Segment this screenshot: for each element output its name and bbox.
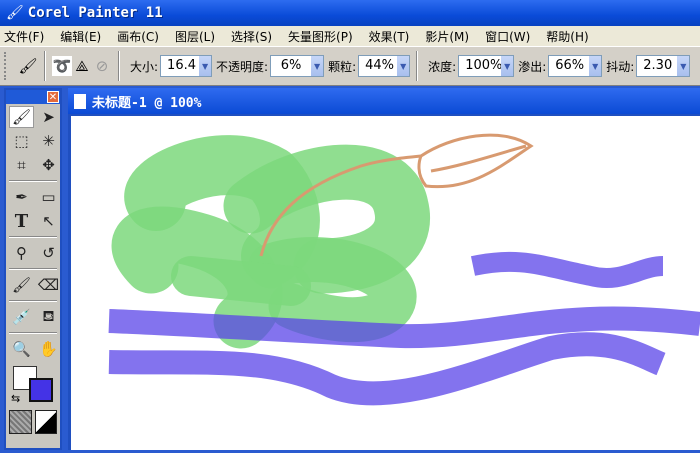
rect-select-icon[interactable]: ⬚ [9, 130, 34, 152]
cloner-icon[interactable]: 🖌 [9, 274, 34, 296]
toolbox-header[interactable]: ✕ [6, 90, 60, 104]
dodge-icon[interactable]: ⚲ [9, 242, 34, 264]
grain-label: 颗粒: [328, 59, 357, 74]
document-icon [74, 93, 86, 109]
rectangle-icon[interactable]: ▭ [36, 186, 61, 208]
document-title-bar[interactable]: 未标题-1 @ 100% [68, 88, 700, 114]
toolbox-panel: ✕ 🖌 ➤ ⬚ ✳ ⌗ ✥ ✒ ▭ T ↖ ⚲ ↺ 🖌 ⌫ 💉 ⛾ 🔍 ✋ ⇆ [4, 88, 62, 450]
opacity-value[interactable]: 6% [271, 56, 311, 76]
chevron-down-icon[interactable]: ▼ [589, 56, 602, 76]
jitter-label: 抖动: [606, 59, 635, 74]
paint-bucket-icon[interactable]: ⛾ [36, 306, 61, 328]
freehand-stroke-icon[interactable]: ➰ [52, 56, 72, 76]
brush-tool-icon[interactable]: 🖌 [9, 106, 34, 128]
divider [9, 236, 57, 238]
document-window: 未标题-1 @ 100% [68, 88, 700, 450]
close-icon[interactable]: ✕ [47, 91, 59, 103]
bleed-field[interactable]: 66% ▼ [548, 55, 603, 77]
divider [118, 51, 120, 81]
chevron-down-icon[interactable]: ▼ [677, 56, 690, 76]
magnifier-icon[interactable]: 🔍 [9, 338, 34, 360]
grain-value[interactable]: 44% [359, 56, 397, 76]
toolbar-grip[interactable] [4, 52, 10, 80]
menu-shapes[interactable]: 矢量图形(P) [288, 28, 353, 45]
chevron-down-icon[interactable]: ▼ [397, 56, 410, 76]
grain-field[interactable]: 44% ▼ [358, 55, 411, 77]
bleed-label: 渗出: [518, 59, 547, 74]
size-field[interactable]: 16.4 ▼ [160, 55, 213, 77]
menu-file[interactable]: 文件(F) [4, 28, 44, 45]
property-bar: 🖌 ➰ ⟁ ⊘ 大小: 16.4 ▼ 不透明度: 6% ▼ 颗粒: 44% ▼ 浓度:… [0, 46, 700, 86]
title-bar: 🖌 Corel Painter 11 [0, 0, 700, 26]
menu-select[interactable]: 选择(S) [231, 28, 272, 45]
paper-texture-icon[interactable] [9, 410, 32, 434]
menu-edit[interactable]: 编辑(E) [60, 28, 101, 45]
concentration-field[interactable]: 100% ▼ [458, 55, 515, 77]
chevron-down-icon[interactable]: ▼ [199, 56, 212, 76]
app-title: Corel Painter 11 [27, 5, 163, 21]
artwork [108, 133, 700, 406]
divider [9, 300, 57, 302]
crop-icon[interactable]: ⌗ [9, 154, 34, 176]
menu-bar: 文件(F) 编辑(E) 画布(C) 图层(L) 选择(S) 矢量图形(P) 效果… [0, 26, 700, 46]
divider [9, 268, 57, 270]
pen-icon[interactable]: ✒ [9, 186, 34, 208]
gradient-selector-icon[interactable] [34, 410, 57, 434]
dropper-icon[interactable]: 💉 [9, 306, 34, 328]
chevron-down-icon[interactable]: ▼ [311, 56, 324, 76]
opacity-label: 不透明度: [216, 59, 269, 74]
divider [9, 332, 57, 334]
color-swatches: ⇆ [9, 364, 57, 408]
shape-selection-icon[interactable]: ↖ [36, 210, 61, 232]
brush-icon[interactable]: 🖌 [18, 56, 38, 76]
straight-line-icon[interactable]: ⟁ [72, 56, 92, 76]
divider [9, 180, 57, 182]
size-value[interactable]: 16.4 [161, 56, 199, 76]
jitter-value[interactable]: 2.30 [637, 56, 677, 76]
opacity-field[interactable]: 6% ▼ [270, 55, 325, 77]
grabber-hand-icon[interactable]: ✋ [36, 338, 61, 360]
menu-window[interactable]: 窗口(W) [485, 28, 530, 45]
text-icon[interactable]: T [9, 210, 34, 232]
menu-layers[interactable]: 图层(L) [175, 28, 215, 45]
menu-movie[interactable]: 影片(M) [425, 28, 469, 45]
divider [416, 51, 419, 81]
drawing-canvas[interactable] [71, 116, 700, 450]
magic-wand-icon[interactable]: ✳ [36, 130, 61, 152]
menu-help[interactable]: 帮助(H) [546, 28, 588, 45]
rotate-icon[interactable]: ↺ [36, 242, 61, 264]
menu-effects[interactable]: 效果(T) [369, 28, 410, 45]
app-brush-icon: 🖌 [6, 5, 24, 21]
bleed-value[interactable]: 66% [549, 56, 589, 76]
jitter-field[interactable]: 2.30 ▼ [636, 55, 691, 77]
selection-adjuster-icon[interactable]: ✥ [36, 154, 61, 176]
chevron-down-icon[interactable]: ▼ [501, 56, 514, 76]
additional-color-swatch[interactable] [29, 378, 53, 402]
reset-brush-icon[interactable]: ⊘ [92, 56, 112, 76]
document-title: 未标题-1 @ 100% [92, 95, 202, 111]
green-flower-stroke [111, 135, 430, 349]
concentration-label: 浓度: [428, 59, 457, 74]
concentration-value[interactable]: 100% [459, 56, 502, 76]
size-label: 大小: [130, 59, 159, 74]
eraser-icon[interactable]: ⌫ [36, 274, 61, 296]
divider [44, 51, 46, 81]
layer-adjuster-icon[interactable]: ➤ [36, 106, 61, 128]
swap-colors-icon[interactable]: ⇆ [11, 392, 20, 405]
menu-canvas[interactable]: 画布(C) [117, 28, 159, 45]
paper-selectors [6, 410, 60, 434]
